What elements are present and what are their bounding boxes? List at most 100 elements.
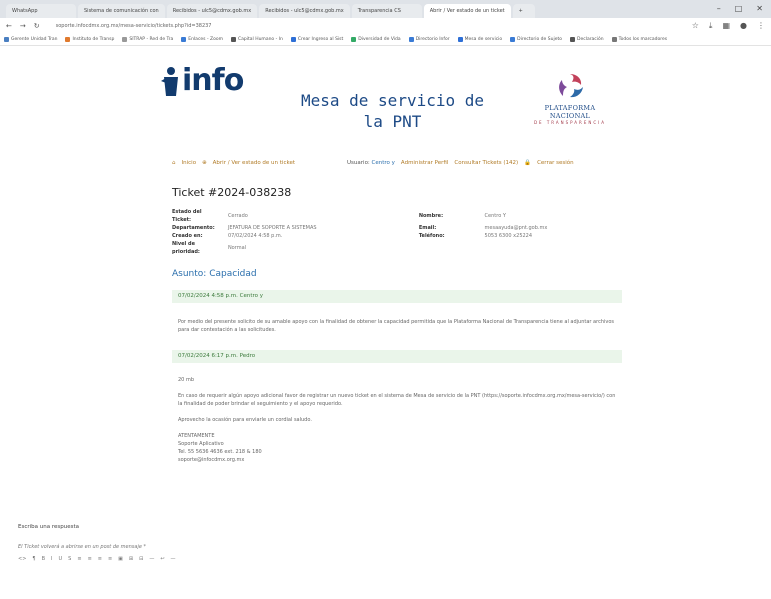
address-bar: ← → ↻ soporte.infocdmx.org.mx/mesa-servi… <box>0 18 771 34</box>
asunto-label: Asunto: <box>172 269 207 279</box>
bookmark-favicon-icon <box>230 37 236 42</box>
browser-tab[interactable]: Recibidos - ulc5@cdmx.gob.mx <box>166 4 258 18</box>
info-key: Estado del Ticket: <box>172 209 202 223</box>
star-icon[interactable]: ☆ <box>692 21 699 31</box>
bookmark-item[interactable]: Todos los marcadores <box>611 34 667 45</box>
download-icon[interactable]: ⤓ <box>709 21 713 31</box>
bookmark-item[interactable]: Enlaces - Zoom <box>181 34 223 45</box>
editor-tool-button[interactable]: — <box>149 556 154 562</box>
bookmark-item[interactable]: Capital Humano - In <box>230 34 283 45</box>
info-value <box>485 240 630 256</box>
info-person-icon <box>161 67 178 96</box>
bookmark-label: Enlaces - Zoom <box>188 36 223 42</box>
bookmark-item[interactable]: Directorio de Sujeto <box>510 34 562 45</box>
bookmark-item[interactable]: Mesa de servicio <box>457 34 503 45</box>
nav-admin-link[interactable]: Administrar Perfil <box>401 160 448 166</box>
back-icon[interactable]: ← <box>6 22 12 30</box>
minimize-icon[interactable]: – <box>717 0 721 18</box>
browser-tab[interactable]: Recibidos - ulc5@cdmx.gob.mx <box>259 4 350 18</box>
nav-inicio-link[interactable]: Inicio <box>182 160 197 166</box>
bookmark-item[interactable]: SITRAP - Red de Tra <box>122 34 173 45</box>
message-body: Por medio del presente solicito de su am… <box>178 318 618 334</box>
editor-tool-button[interactable]: ≡ <box>88 556 92 562</box>
reopen-note: El Ticket volverá a abrirse en un post d… <box>18 544 146 550</box>
message-header: 07/02/2024 6:17 p.m. Pedro <box>172 350 622 363</box>
browser-tab[interactable]: Transparencia CS <box>351 4 422 18</box>
new-tab-button[interactable]: + <box>512 4 535 18</box>
bookmark-favicon-icon <box>569 37 575 42</box>
editor-tool-button[interactable]: <> <box>18 556 26 562</box>
bookmark-favicon-icon <box>290 37 296 42</box>
bookmark-favicon-icon <box>351 37 357 42</box>
message-paragraph: En caso de requerir algún apoyo adiciona… <box>178 393 616 407</box>
nav-cerrar-link[interactable]: Cerrar sesión <box>537 160 574 166</box>
bookmark-label: Mesa de servicio <box>464 36 503 42</box>
info-key: Teléfono: <box>418 233 445 239</box>
extensions-icon[interactable]: ▦ <box>722 21 730 31</box>
message-paragraph: Aprovecho la ocasión para enviarle un co… <box>178 417 312 423</box>
asunto-heading: Asunto: Capacidad <box>172 269 257 279</box>
info-row: Departamento: JEFATURA DE SOPORTE A SISTE… <box>172 224 630 232</box>
info-value: Cerrado <box>227 213 248 219</box>
menu-icon[interactable]: ⋮ <box>757 21 765 31</box>
reload-icon[interactable]: ↻ <box>34 22 40 30</box>
info-key: Departamento: <box>172 225 215 231</box>
pnt-subtitle: DE TRANSPARENCIA <box>533 120 607 125</box>
browser-tab[interactable]: Abrir / Ver estado de un ticket <box>423 4 511 18</box>
bookmark-favicon-icon <box>65 37 71 42</box>
bookmark-item[interactable]: Declaración <box>569 34 604 45</box>
info-key <box>419 240 485 256</box>
profile-icon[interactable]: ● <box>740 21 747 31</box>
editor-tool-button[interactable]: U <box>59 556 63 562</box>
bookmark-label: Crear Ingreso al Sist <box>297 36 344 42</box>
message-header: 07/02/2024 4:58 p.m. Centro y <box>172 290 622 303</box>
bookmark-label: Declaración <box>576 36 604 42</box>
editor-tool-button[interactable]: ≡ <box>108 556 112 562</box>
editor-tool-button[interactable]: ¶ <box>32 556 35 562</box>
bookmark-item[interactable]: Crear Ingreso al Sist <box>290 34 344 45</box>
bookmark-favicon-icon <box>181 37 187 42</box>
editor-tool-button[interactable]: ↩ <box>160 556 164 562</box>
pnt-logo: PLATAFORMA NACIONAL DE TRANSPARENCIA <box>525 72 615 125</box>
editor-tool-button[interactable]: I <box>51 556 52 562</box>
close-icon[interactable]: ✕ <box>756 0 763 18</box>
info-key: Email: <box>418 225 437 231</box>
home-icon: ⌂ <box>172 160 176 166</box>
page-title: Mesa de servicio de la PNT <box>300 91 485 131</box>
bookmark-item[interactable]: Directorio Infor <box>408 34 450 45</box>
signature-line: soporte@infocdmx.org.mx <box>178 457 245 463</box>
editor-tool-button[interactable]: — <box>171 556 176 562</box>
editor-tool-button[interactable]: B <box>42 556 45 562</box>
signature-line: ATENTAMENTE <box>178 433 215 439</box>
forward-icon[interactable]: → <box>20 22 26 30</box>
bookmark-item[interactable]: Diversidad de Vida <box>351 34 401 45</box>
ticket-info-table: Estado del Ticket: Cerrado Nombre: Centro Y… <box>172 208 630 256</box>
maximize-icon[interactable]: □ <box>735 0 743 18</box>
info-logo[interactable]: info <box>160 63 244 98</box>
editor-tool-button[interactable]: ⊟ <box>139 556 143 562</box>
info-value: mesaayuda@pnt.gob.mx <box>484 225 548 231</box>
bookmark-label: Capital Humano - In <box>237 36 283 42</box>
url-field[interactable]: soporte.infocdmx.org.mx/mesa-servicio/ti… <box>56 23 476 29</box>
bookmark-label: Diversidad de Vida <box>358 36 401 42</box>
editor-tool-button[interactable]: S <box>68 556 71 562</box>
editor-tool-button[interactable]: ≡ <box>98 556 102 562</box>
bookmark-label: Instituto de Transp <box>72 36 115 42</box>
bookmarks-bar: Gerente Unidad Tran Instituto de Transp SI… <box>0 34 771 46</box>
editor-tool-button[interactable]: ≡ <box>77 556 81 562</box>
editor-toolbar: <> ¶ B I U S ≡ ≡ ≡ ≡ ▣ ⊞ ⊟ — ↩ — <box>18 556 176 562</box>
editor-tool-button[interactable]: ⊞ <box>129 556 133 562</box>
asunto-value: Capacidad <box>209 269 257 279</box>
browser-tab[interactable]: Sistema de comunicación con <box>78 4 165 18</box>
usuario-name: Centro y <box>371 160 395 166</box>
browser-tab-strip: WhatsApp Sistema de comunicación con Recib… <box>0 0 771 18</box>
bookmark-label: Directorio de Sujeto <box>517 36 562 42</box>
logo-text: info <box>182 63 244 98</box>
nav-abrir-link[interactable]: Abrir / Ver estado de un ticket <box>213 160 295 166</box>
browser-tab[interactable]: WhatsApp <box>6 4 76 18</box>
editor-tool-button[interactable]: ▣ <box>118 556 123 562</box>
bookmark-item[interactable]: Gerente Unidad Tran <box>4 34 57 45</box>
bookmark-item[interactable]: Instituto de Transp <box>65 34 114 45</box>
nav-consultar-link[interactable]: Consultar Tickets (142) <box>454 160 518 166</box>
bookmark-favicon-icon <box>457 37 463 42</box>
